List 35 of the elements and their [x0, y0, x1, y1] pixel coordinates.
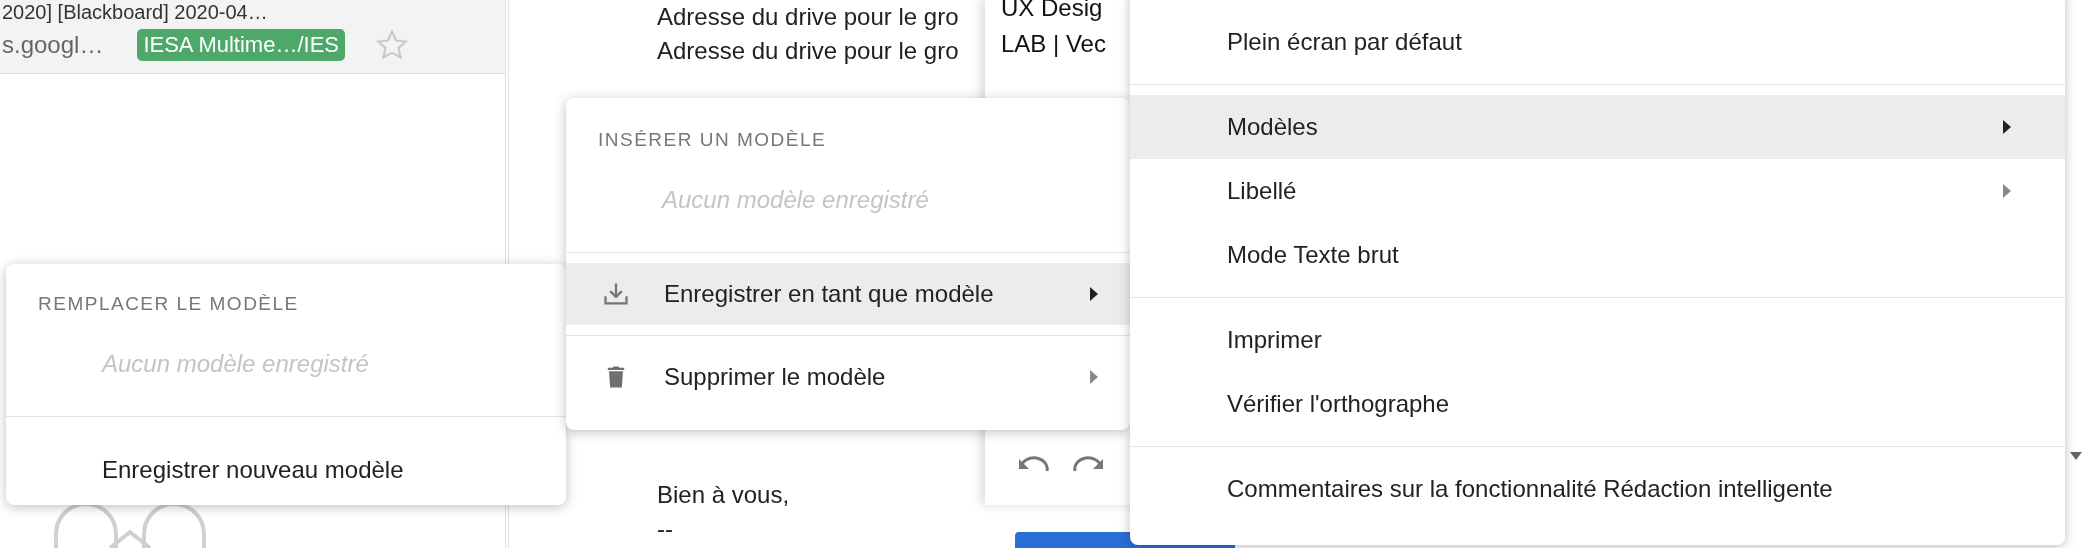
email-text: Bien à vous, [657, 480, 791, 510]
menu-item[interactable]: Imprimer [1130, 308, 2065, 372]
star-icon[interactable] [375, 28, 409, 62]
empty-message: Aucun modèle enregistré [102, 349, 369, 379]
menu-item-label: Plein écran par défaut [1227, 28, 1462, 56]
submenu-arrow-icon [1090, 370, 1098, 384]
menu-item[interactable]: Modèles [1130, 95, 2065, 159]
menu-item[interactable]: Vérifier l'orthographe [1130, 372, 2065, 436]
menu-item-label: Modèles [1227, 113, 1318, 141]
menu-item[interactable]: Enregistrer nouveau modèle [6, 439, 566, 501]
email-snippet: s.googl… [2, 31, 104, 59]
submenu-arrow-icon [1090, 287, 1098, 301]
empty-message: Aucun modèle enregistré [662, 185, 929, 215]
menu-item-label: Mode Texte brut [1227, 241, 1399, 269]
menu-item[interactable]: Supprimer le modèle [566, 346, 1130, 408]
scroll-down-icon[interactable] [2070, 452, 2082, 460]
email-subject: 2020] [Blackboard] 2020-04… [2, 0, 268, 24]
email-text: Adresse du drive pour le gro [657, 2, 960, 32]
email-row[interactable]: 2020] [Blackboard] 2020-04… s.googl… IESA Multime…/IES [0, 0, 505, 74]
menu-item-label: Enregistrer en tant que modèle [664, 280, 994, 308]
menu-item[interactable]: Libellé [1130, 159, 2065, 223]
email-text: -- [657, 514, 674, 544]
menu-item[interactable]: Enregistrer en tant que modèle [566, 263, 1130, 325]
menu-item[interactable]: Commentaires sur la fonctionnalité Rédaction intelligente [1130, 457, 2065, 521]
menu-item-label: Commentaires sur la fonctionnalité Rédaction intelligente [1227, 475, 1833, 503]
menu-item[interactable]: Plein écran par défaut [1130, 10, 2065, 74]
menu-item-label: Imprimer [1227, 326, 1322, 354]
menu-item[interactable]: Mode Texte brut [1130, 223, 2065, 287]
menu-heading: INSÉRER UN MODÈLE [597, 128, 827, 152]
compose-text: LAB | Vec [1001, 29, 1107, 59]
menu-item-label: Libellé [1227, 177, 1297, 205]
menu-item-label: Vérifier l'orthographe [1227, 390, 1450, 418]
menu-heading: REMPLACER LE MODÈLE [37, 292, 299, 316]
email-text: Adresse du drive pour le gro [657, 36, 960, 66]
menu-item-label: Supprimer le modèle [664, 363, 886, 391]
